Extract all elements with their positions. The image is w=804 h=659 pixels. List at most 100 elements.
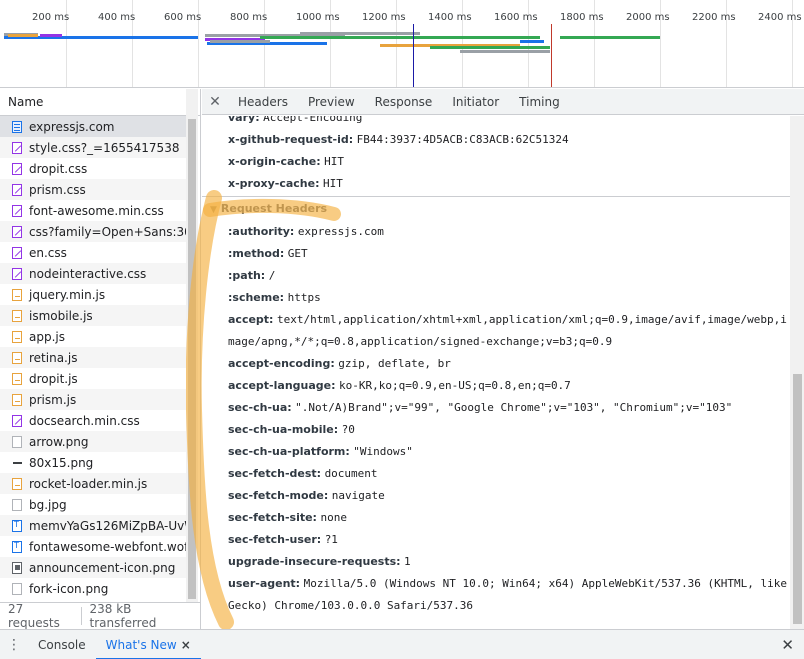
request-name: arrow.png [29,434,89,449]
header-key: x-origin-cache: [228,155,321,168]
request-row[interactable]: fork-icon.png [0,578,186,599]
header-value: ?0 [341,423,355,436]
request-row[interactable]: style.css?_=1655417538 [0,137,186,158]
header-value: Accept-Encoding [263,116,363,124]
tab-initiator[interactable]: Initiator [442,89,509,115]
header-entry: x-github-request-id: FB44:3937:4D5ACB:C8… [228,129,569,151]
header-entry: user-agent: Mozilla/5.0 (Windows NT 10.0… [228,573,788,617]
header-value: text/html,application/xhtml+xml,applicat… [228,313,787,348]
request-row[interactable]: docsearch.min.css [0,410,186,431]
header-value: GET [287,247,308,260]
header-key: :authority: [228,225,295,238]
document-icon [12,120,22,133]
script-icon [12,288,22,301]
request-list-panel: Name expressjs.com style.css?_=1655417538… [0,89,201,630]
request-row[interactable]: prism.js [0,389,186,410]
request-row[interactable]: retina.js [0,347,186,368]
stylesheet-icon [12,246,22,259]
script-icon [12,477,22,490]
request-name: prism.css [29,182,86,197]
request-row[interactable]: ismobile.js [0,305,186,326]
header-key: accept-language: [228,379,336,392]
tab-response[interactable]: Response [365,89,443,115]
close-drawer-icon[interactable]: ✕ [781,636,794,654]
header-value: none [320,511,347,524]
header-value: "Windows" [353,445,413,458]
request-name: app.js [29,329,65,344]
request-row[interactable]: dropit.js [0,368,186,389]
request-count: 27 requests [8,602,60,630]
request-row[interactable]: nodeinteractive.css [0,263,186,284]
devtools-drawer: ⋮ Console What's New × ✕ [0,629,804,659]
stylesheet-icon [12,183,22,196]
stylesheet-icon [12,204,22,217]
request-row[interactable]: css?family=Open+Sans:300,4 [0,221,186,242]
header-value: Mozilla/5.0 (Windows NT 10.0; Win64; x64… [228,577,788,612]
request-row[interactable]: fontawesome-webfont.woff?v [0,536,186,557]
request-name: memvYaGs126MiZpBA-UvWb [29,518,186,533]
timeline-tick-label: 1800 ms [560,12,604,23]
font-icon [12,519,22,532]
image-icon [12,435,22,448]
request-row[interactable]: expressjs.com [0,116,186,137]
request-row[interactable]: prism.css [0,179,186,200]
tab-headers[interactable]: Headers [228,89,298,115]
header-key: sec-ch-ua: [228,401,292,414]
tab-timing[interactable]: Timing [509,89,570,115]
request-name: dropit.css [29,161,88,176]
request-row[interactable]: en.css [0,242,186,263]
request-name: docsearch.min.css [29,413,140,428]
name-column-label: Name [8,95,44,109]
request-row[interactable]: memvYaGs126MiZpBA-UvWb [0,515,186,536]
request-list-scrollbar[interactable] [186,89,198,629]
request-headers-title: Request Headers [220,202,328,215]
request-row[interactable]: app.js [0,326,186,347]
header-key: sec-ch-ua-mobile: [228,423,339,436]
request-row[interactable]: announcement-icon.png [0,557,186,578]
header-value: ".Not/A)Brand";v="99", "Google Chrome";v… [295,401,733,414]
tab-whats-new[interactable]: What's New × [95,630,201,659]
request-name: css?family=Open+Sans:300,4 [29,224,186,239]
header-key: x-github-request-id: [228,133,354,146]
timeline-tick-label: 200 ms [32,12,70,23]
request-name: 80x15.png [29,455,94,470]
request-headers-section-toggle[interactable]: ▼ Request Headers [210,202,327,215]
close-tab-icon[interactable]: × [181,638,191,652]
request-row[interactable]: jquery.min.js [0,284,186,305]
request-row[interactable]: 80x15.png [0,452,186,473]
script-icon [12,351,22,364]
close-detail-icon[interactable]: ✕ [202,94,228,110]
network-overview-timeline[interactable]: 200 ms 400 ms 600 ms 800 ms 1000 ms 1200 ms 14… [0,0,804,88]
header-value: ?1 [324,533,338,546]
request-row[interactable]: bg.jpg [0,494,186,515]
drawer-menu-icon[interactable]: ⋮ [0,637,28,653]
timeline-tick-label: 2000 ms [626,12,670,23]
header-key: sec-ch-ua-platform: [228,445,350,458]
header-entry: accept-language: ko-KR,ko;q=0.9,en-US;q=… [228,375,571,397]
timeline-tick-label: 1600 ms [494,12,538,23]
detail-scrollbar[interactable] [790,116,804,629]
waterfall-bar [460,50,550,53]
header-entry: vary: Accept-Encoding [228,116,362,129]
header-entry: x-proxy-cache: HIT [228,173,343,195]
header-key: :path: [228,269,266,282]
header-entry: :path: / [228,265,275,287]
tab-preview[interactable]: Preview [298,89,365,115]
header-value: document [324,467,378,480]
request-name: ismobile.js [29,308,93,323]
tab-console[interactable]: Console [28,630,96,659]
request-row[interactable]: font-awesome.min.css [0,200,186,221]
dom-content-loaded-marker [413,24,414,87]
request-row[interactable]: arrow.png [0,431,186,452]
name-column-header[interactable]: Name [0,89,200,116]
header-entry: :scheme: https [228,287,321,309]
request-row[interactable]: rocket-loader.min.js [0,473,186,494]
network-summary-bar: 27 requests 238 kB transferred [0,602,200,630]
header-key: accept: [228,313,274,326]
header-entry: sec-ch-ua-platform: "Windows" [228,441,413,463]
header-value: HIT [323,177,343,190]
request-name: retina.js [29,350,78,365]
request-row[interactable]: dropit.css [0,158,186,179]
timeline-tick-label: 600 ms [164,12,202,23]
request-name: en.css [29,245,67,260]
